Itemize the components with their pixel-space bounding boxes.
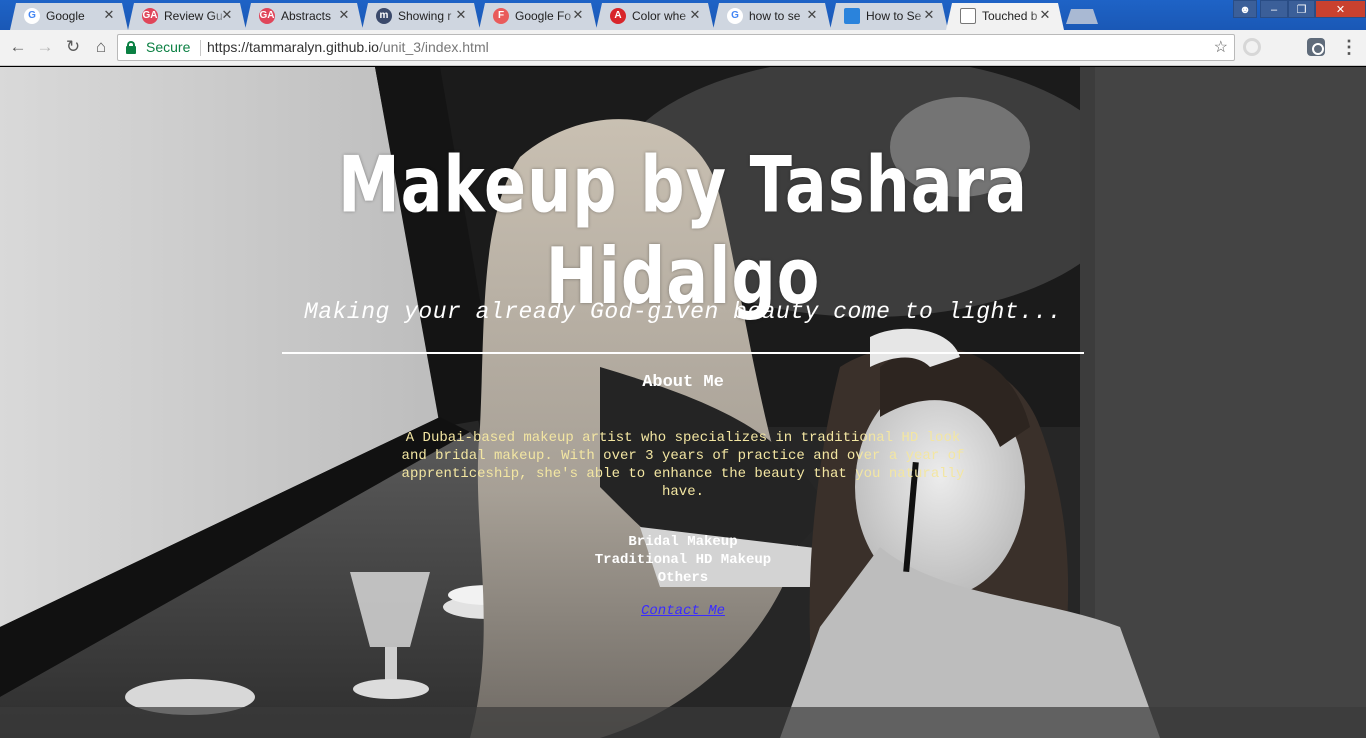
home-icon[interactable]: ⌂: [91, 37, 111, 57]
ga-icon: GA: [142, 8, 158, 24]
user-profile-icon[interactable]: ☻: [1233, 0, 1257, 18]
tab-title: Google Fo: [515, 9, 572, 23]
tab-close-icon[interactable]: ✕: [220, 8, 234, 22]
tab-title: Showing r: [398, 9, 452, 23]
tab-close-icon[interactable]: ✕: [571, 8, 585, 22]
lock-icon: [126, 41, 136, 54]
tab-title: How to Se: [866, 9, 922, 23]
maximize-button[interactable]: ❐: [1288, 0, 1315, 18]
tab-title: Review Gu: [164, 9, 223, 23]
browser-tab[interactable]: Ghow to se ✕: [713, 3, 831, 30]
browser-tab[interactable]: m Showing r ✕: [362, 3, 480, 30]
tab-title: Abstracts: [281, 9, 332, 23]
extension-circle-icon[interactable]: [1243, 38, 1261, 56]
new-tab-button[interactable]: [1066, 9, 1098, 24]
browser-tab[interactable]: G Google ✕: [10, 3, 128, 30]
chrome-menu-icon[interactable]: ⋮: [1340, 36, 1358, 58]
google-fonts-icon: F: [493, 8, 509, 24]
secure-label: Secure: [146, 39, 191, 55]
browser-tab[interactable]: How to Se ✕: [830, 3, 948, 30]
browser-tab[interactable]: Touched b ✕: [946, 3, 1064, 30]
google-icon: G: [24, 8, 40, 24]
extension-shield-icon[interactable]: [1307, 38, 1325, 56]
browser-tab[interactable]: GA Review Gu ✕: [128, 3, 246, 30]
horizontal-rule: [282, 352, 1084, 354]
browser-tab-strip: G Google ✕ GA Review Gu ✕ GA Abstracts ✕ m Showing…: [0, 0, 1366, 30]
url-path: /unit_3/index.html: [378, 39, 489, 55]
browser-tab[interactable]: GA Abstracts ✕: [245, 3, 363, 30]
tab-close-icon[interactable]: ✕: [922, 8, 936, 22]
omnibox-divider: [200, 40, 201, 56]
tab-title: Touched b: [982, 9, 1038, 23]
tab-close-icon[interactable]: ✕: [337, 8, 351, 22]
service-item-others: Others: [657, 570, 709, 586]
contact-me-link[interactable]: Contact Me: [641, 603, 725, 619]
tab-close-icon[interactable]: ✕: [454, 8, 468, 22]
tab-title: Color whe: [632, 9, 687, 23]
url-host: https://tammaralyn.github.io: [207, 39, 379, 55]
back-arrow-icon[interactable]: ←: [8, 37, 28, 57]
minimize-button[interactable]: –: [1260, 0, 1288, 18]
ga-icon: GA: [259, 8, 275, 24]
url-text[interactable]: https://tammaralyn.github.io/unit_3/inde…: [207, 35, 489, 60]
service-item-traditional-hd: Traditional HD Makeup: [594, 552, 772, 568]
tab-close-icon[interactable]: ✕: [102, 8, 116, 22]
tab-title: Google: [46, 9, 85, 23]
about-text: A Dubai-based makeup artist who speciali…: [401, 430, 965, 500]
tab-title: how to se: [749, 9, 801, 23]
docs-icon: [844, 8, 860, 24]
bookmark-star-icon[interactable]: ☆: [1214, 35, 1228, 60]
close-window-button[interactable]: ✕: [1315, 0, 1366, 18]
about-heading: About Me: [642, 373, 724, 392]
adobe-icon: A: [610, 8, 626, 24]
service-item-bridal: Bridal Makeup: [628, 534, 738, 550]
browser-tab[interactable]: F Google Fo ✕: [479, 3, 597, 30]
tab-close-icon[interactable]: ✕: [805, 8, 819, 22]
site-title: Makeup by Tashara Hidalgo: [337, 139, 1029, 322]
browser-toolbar: ← → ↻ ⌂ Secure https://tammaralyn.github…: [0, 30, 1366, 66]
forward-arrow-icon[interactable]: →: [35, 37, 55, 57]
google-icon: G: [727, 8, 743, 24]
contact-section: Contact Me: [282, 603, 1084, 619]
page-viewport: Makeup by Tashara Hidalgo Making your al…: [0, 67, 1366, 738]
github-icon: m: [376, 8, 392, 24]
tab-close-icon[interactable]: ✕: [1038, 8, 1052, 22]
page-icon: [960, 8, 976, 24]
services-list: Bridal Makeup Traditional HD Makeup Othe…: [282, 533, 1084, 587]
tab-close-icon[interactable]: ✕: [688, 8, 702, 22]
reload-icon[interactable]: ↻: [63, 37, 83, 57]
tagline: Making your already God-given beauty com…: [303, 299, 1063, 325]
address-bar[interactable]: Secure https://tammaralyn.github.io/unit…: [117, 34, 1235, 61]
browser-tab[interactable]: A Color whe ✕: [596, 3, 714, 30]
